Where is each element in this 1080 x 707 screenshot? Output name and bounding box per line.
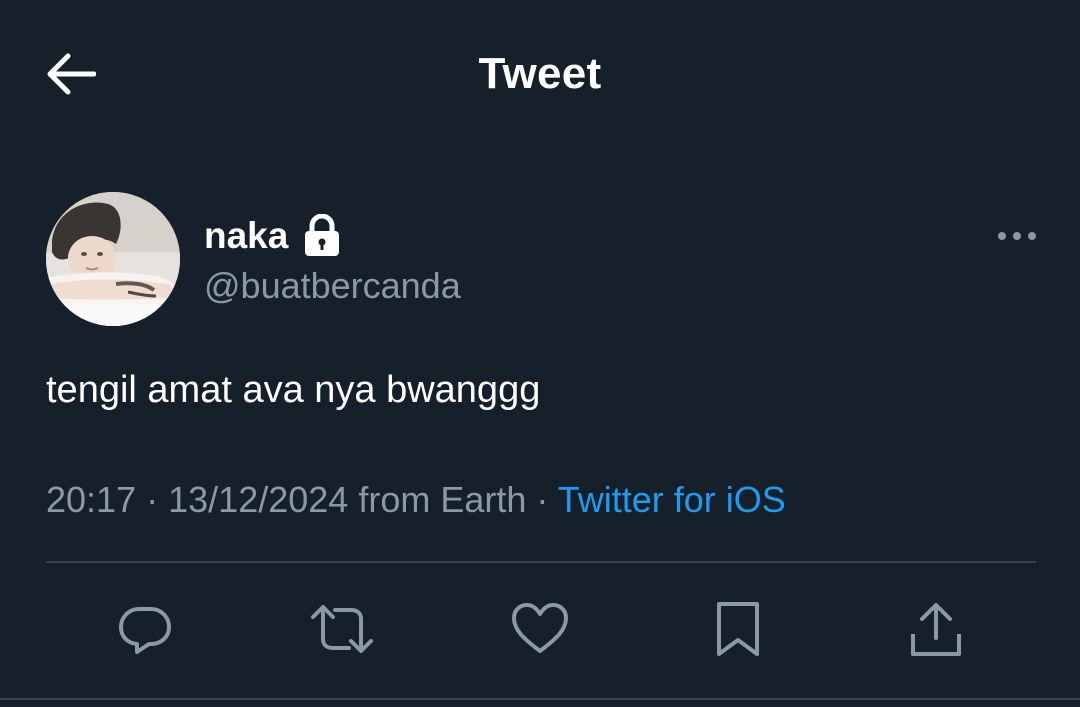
divider	[46, 561, 1036, 563]
avatar[interactable]	[46, 192, 180, 326]
retweet-icon	[311, 605, 373, 653]
reply-button[interactable]	[112, 596, 178, 662]
author-handle[interactable]: @buatbercanda	[204, 264, 461, 308]
bottom-divider	[0, 698, 1080, 700]
page-title: Tweet	[478, 49, 602, 98]
author-name-row[interactable]: naka	[204, 213, 342, 259]
tweet-date: 13/12/2024	[168, 479, 349, 520]
like-button[interactable]	[507, 596, 573, 662]
share-icon	[911, 603, 961, 656]
heart-icon	[512, 603, 568, 653]
more-horizontal-icon	[998, 232, 1036, 240]
tweet-text: tengil amat ava nya bwanggg	[46, 369, 541, 411]
tweet-metadata: 20:17 · 13/12/2024 from Earth · Twitter …	[46, 476, 786, 524]
tweet-location: from Earth	[358, 479, 527, 520]
lock-icon	[302, 213, 342, 258]
header: Tweet	[0, 0, 1080, 150]
share-button[interactable]	[903, 596, 969, 662]
tweet-source-link[interactable]: Twitter for iOS	[558, 479, 786, 520]
tweet-time: 20:17	[46, 479, 137, 520]
retweet-button[interactable]	[309, 596, 375, 662]
tweet-detail-page: Tweet naka @buatbercanda tengil amat ava…	[0, 0, 1080, 707]
avatar-image	[46, 192, 180, 326]
bookmark-button[interactable]	[705, 596, 771, 662]
bookmark-icon	[717, 602, 759, 656]
more-options-button[interactable]	[992, 218, 1042, 254]
action-bar	[0, 596, 1080, 666]
meta-separator-2: ·	[536, 479, 549, 520]
author-name: naka	[204, 215, 289, 256]
meta-separator: ·	[146, 479, 159, 520]
comment-icon	[119, 607, 171, 654]
